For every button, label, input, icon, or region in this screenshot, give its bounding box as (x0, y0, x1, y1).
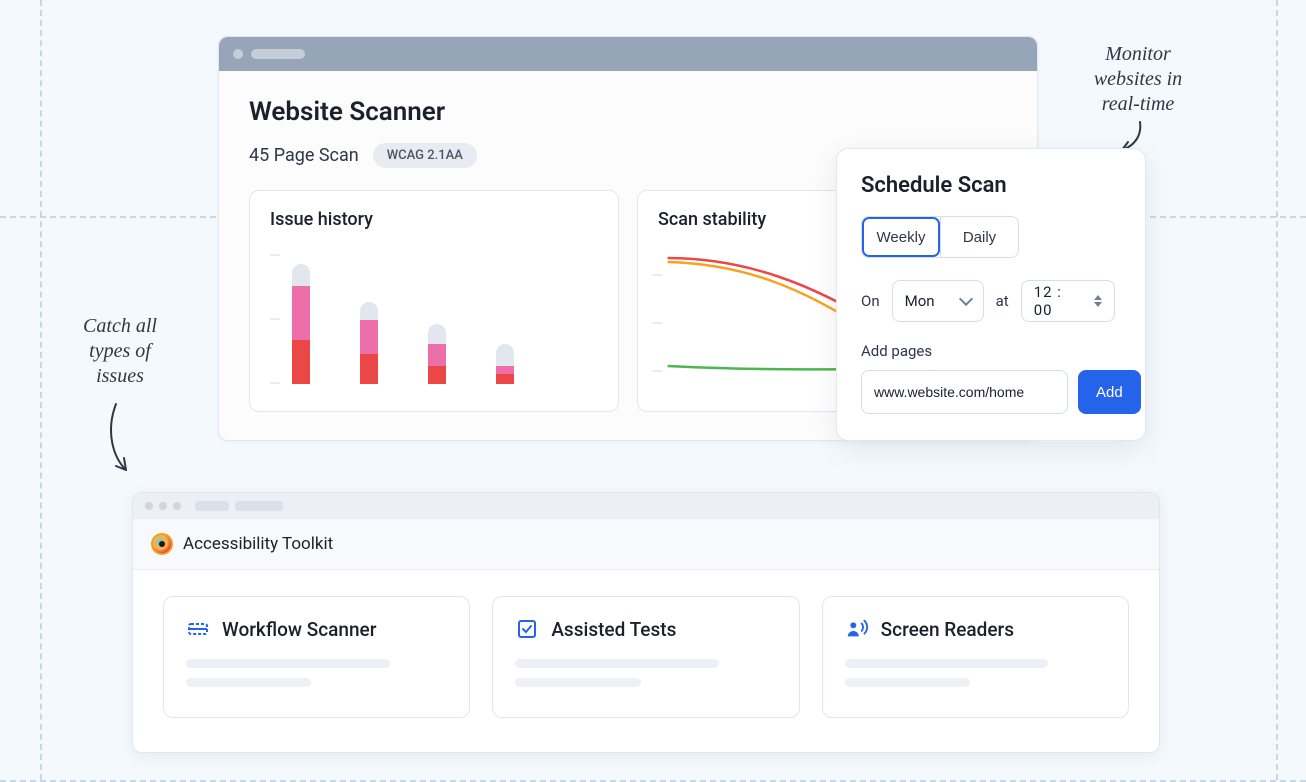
workflow-scanner-card[interactable]: Workflow Scanner (163, 596, 470, 718)
schedule-title: Schedule Scan (861, 173, 1121, 198)
window-title-placeholder (251, 49, 305, 59)
placeholder-line (845, 659, 1049, 668)
url-input[interactable] (861, 370, 1068, 414)
scanner-icon (186, 617, 210, 641)
annotation-monitor: Monitorwebsites inreal-time (1058, 42, 1218, 117)
day-value: Mon (905, 292, 935, 310)
checklist-icon (515, 617, 539, 641)
arrow-icon (94, 400, 144, 480)
frequency-toggle: Weekly Daily (861, 216, 1019, 258)
issue-history-card: Issue history (249, 190, 619, 412)
wcag-badge: WCAG 2.1AA (373, 143, 477, 168)
tool-title: Assisted Tests (551, 618, 676, 641)
window-control-dot (159, 502, 167, 510)
schedule-scan-panel: Schedule Scan Weekly Daily On Mon at 12 … (836, 148, 1146, 441)
toolkit-window: Accessibility Toolkit Workflow Scanner A… (132, 492, 1160, 753)
frequency-weekly-button[interactable]: Weekly (862, 217, 940, 257)
guide-v (1276, 0, 1278, 780)
tab-placeholder (195, 501, 229, 511)
on-label: On (861, 292, 880, 310)
placeholder-line (845, 678, 970, 687)
placeholder-line (515, 678, 640, 687)
issue-history-chart (270, 244, 598, 384)
tool-title: Workflow Scanner (222, 618, 376, 641)
chevron-down-icon (959, 292, 973, 306)
screen-reader-icon (845, 617, 869, 641)
tab-placeholder (235, 501, 283, 511)
toolkit-logo-icon (151, 533, 173, 555)
add-pages-label: Add pages (861, 342, 1121, 360)
tool-title: Screen Readers (881, 618, 1014, 641)
window-titlebar (133, 493, 1159, 519)
chart-title: Issue history (270, 209, 598, 230)
guide-v (40, 0, 42, 780)
toolkit-name: Accessibility Toolkit (183, 534, 333, 554)
window-titlebar (219, 37, 1037, 71)
annotation-catch: Catch alltypes ofissues (60, 314, 180, 389)
time-value: 12 : 00 (1034, 283, 1084, 319)
placeholder-line (186, 659, 390, 668)
day-select[interactable]: Mon (892, 280, 984, 322)
window-control-dot (173, 502, 181, 510)
add-button[interactable]: Add (1078, 370, 1141, 414)
time-stepper[interactable]: 12 : 00 (1021, 280, 1115, 322)
placeholder-line (186, 678, 311, 687)
scan-summary: 45 Page Scan (249, 145, 359, 166)
window-control-dot (233, 49, 243, 59)
screen-readers-card[interactable]: Screen Readers (822, 596, 1129, 718)
assisted-tests-card[interactable]: Assisted Tests (492, 596, 799, 718)
page-title: Website Scanner (249, 97, 1007, 127)
stepper-arrows-icon (1094, 295, 1102, 307)
at-label: at (996, 292, 1009, 310)
frequency-daily-button[interactable]: Daily (940, 217, 1018, 257)
window-control-dot (145, 502, 153, 510)
placeholder-line (515, 659, 719, 668)
